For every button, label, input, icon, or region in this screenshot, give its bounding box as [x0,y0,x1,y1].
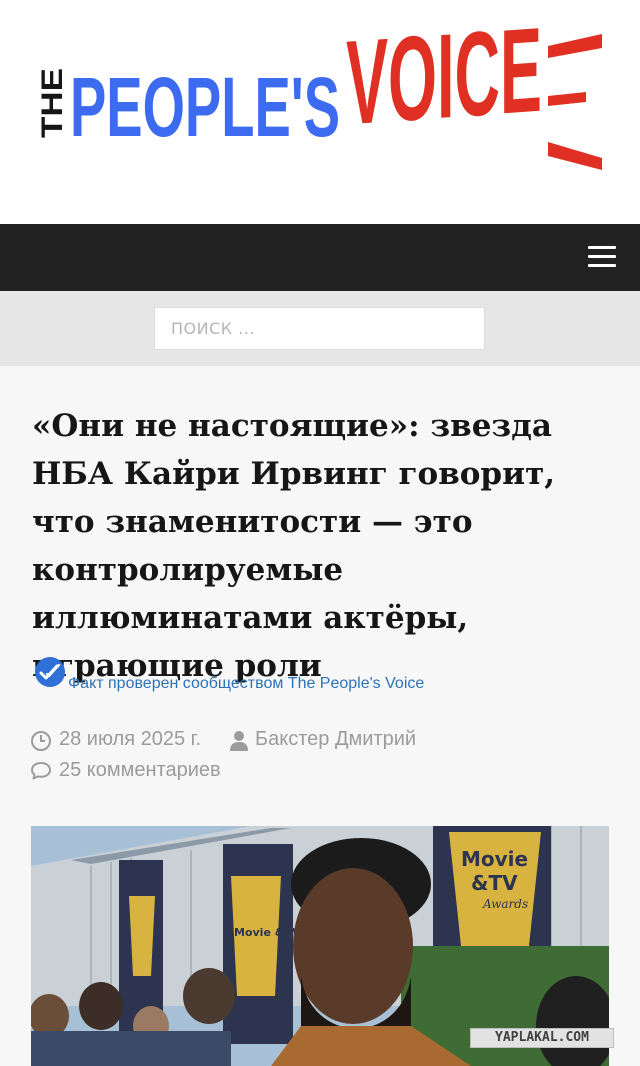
logo-peoples: PEOPLE'S [70,60,340,154]
user-icon [230,731,248,751]
comment-icon [31,762,51,780]
watermark: YAPLAKAL.COM [470,1028,614,1048]
logo-the: THE [36,68,69,138]
check-badge-icon [35,657,65,687]
banner-awards-text: Awards [482,897,528,911]
article-comments[interactable]: 25 комментариев [59,759,221,782]
logo-voice-lines [548,34,602,170]
banner-small-text: Movie &TV [234,926,301,939]
article-title: «Они не настоящие»: звезда НБА Кайри Ирв… [32,408,556,684]
banner-tv-text: &TV [471,871,518,895]
banner-movie-text: Movie [461,847,528,871]
hamburger-icon[interactable] [588,246,618,268]
article-date: 28 июля 2025 г. [59,728,202,750]
site-logo[interactable]: THE PEOPLE'S VOICE [36,18,606,194]
logo-voice: VOICE [346,18,542,150]
nav-bar [0,224,640,291]
site-header: THE PEOPLE'S VOICE [0,0,640,224]
search-input[interactable] [154,307,485,350]
fact-check-link[interactable]: Факт проверен сообществом The People's V… [68,675,424,693]
clock-icon [31,731,51,751]
article-author[interactable]: Бакстер Дмитрий [255,728,416,751]
